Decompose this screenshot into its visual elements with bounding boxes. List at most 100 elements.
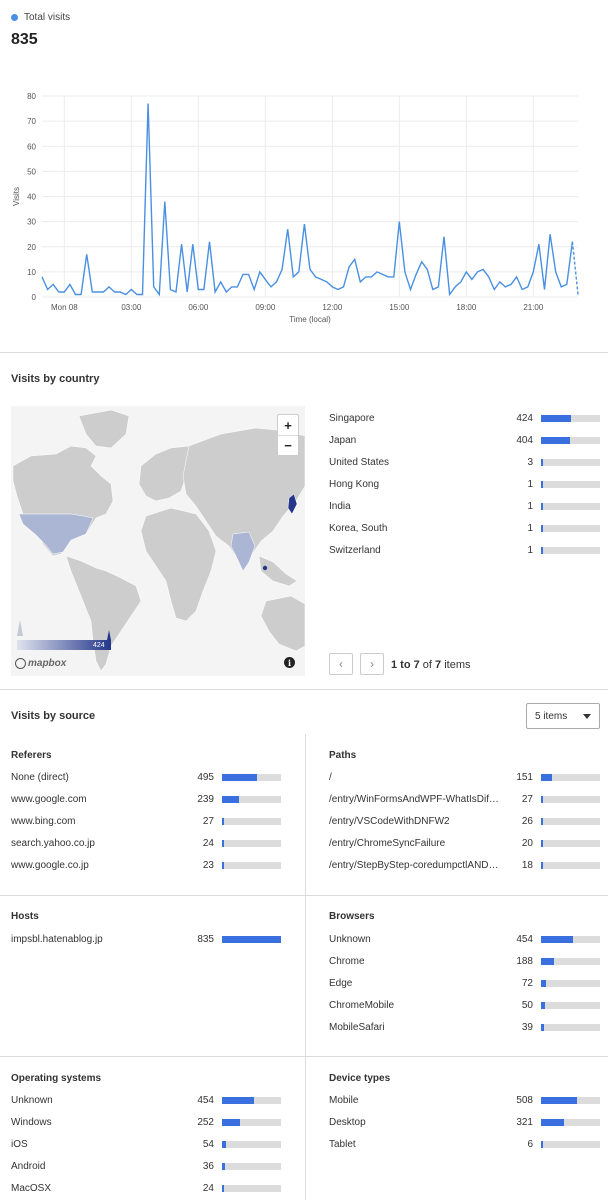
pager-next-button[interactable]: › <box>360 653 384 675</box>
browser-row[interactable]: Edge 72 <box>329 975 600 991</box>
os-label: Android <box>11 1160 46 1172</box>
x-tick-label: 09:00 <box>255 303 276 312</box>
zoom-in-button[interactable]: + <box>278 415 298 435</box>
os-label: MacOSX <box>11 1182 52 1194</box>
browser-count: 188 <box>516 955 533 967</box>
os-count: 36 <box>202 1160 214 1172</box>
y-tick-label: 50 <box>27 167 36 176</box>
path-row[interactable]: /entry/WinFormsAndWPF-WhatIsDiffe... 27 <box>329 791 600 807</box>
device-label: Desktop <box>329 1116 366 1128</box>
host-row[interactable]: impsbl.hatenablog.jp 835 <box>11 931 281 947</box>
country-label: Switzerland <box>329 544 381 556</box>
country-bar <box>541 414 600 422</box>
path-row[interactable]: /entry/StepByStep-coredumpctlANDg... 18 <box>329 857 600 873</box>
path-count: 26 <box>521 815 533 827</box>
path-label: / <box>329 771 332 783</box>
chart-legend[interactable]: Total visits <box>11 12 70 23</box>
device-bar-fill <box>541 1096 577 1104</box>
os-row[interactable]: iOS 54 <box>11 1136 281 1152</box>
referer-bar-fill <box>222 861 224 869</box>
y-tick-label: 40 <box>27 193 36 202</box>
referer-bar-fill <box>222 839 224 847</box>
country-row[interactable]: Switzerland 1 <box>329 542 600 558</box>
device-row[interactable]: Tablet 6 <box>329 1136 600 1152</box>
country-bar <box>541 546 600 554</box>
country-bar-fill <box>541 458 543 466</box>
mapbox-attribution[interactable]: mapbox <box>15 658 66 669</box>
browser-count: 50 <box>521 999 533 1011</box>
browser-bar <box>541 935 600 943</box>
host-bar <box>222 935 281 943</box>
referer-count: 239 <box>197 793 214 805</box>
pager-prev-button[interactable]: ‹ <box>329 653 353 675</box>
referer-bar <box>222 839 281 847</box>
total-visits-value: 835 <box>11 31 38 48</box>
os-row[interactable]: Android 36 <box>11 1158 281 1174</box>
os-bar <box>222 1096 281 1104</box>
country-count: 1 <box>527 478 533 490</box>
device-types-title: Device types <box>329 1073 391 1084</box>
country-row[interactable]: Hong Kong 1 <box>329 476 600 492</box>
zoom-out-button[interactable]: − <box>278 435 298 455</box>
os-row[interactable]: Unknown 454 <box>11 1092 281 1108</box>
referer-count: 495 <box>197 771 214 783</box>
browser-bar-fill <box>541 1001 545 1009</box>
country-row[interactable]: Japan 404 <box>329 432 600 448</box>
referers-title: Referers <box>11 750 52 761</box>
referer-row[interactable]: None (direct) 495 <box>11 769 281 785</box>
pager-range: 1 to 7 <box>391 659 420 671</box>
path-label: /entry/ChromeSyncFailure <box>329 837 446 849</box>
map-zoom-controls: + − <box>277 414 299 456</box>
country-count: 1 <box>527 500 533 512</box>
x-tick-label: 06:00 <box>188 303 209 312</box>
world-map[interactable]: + − 424 mapbox i <box>11 406 305 676</box>
country-label: Korea, South <box>329 522 388 534</box>
country-row[interactable]: India 1 <box>329 498 600 514</box>
path-bar-fill <box>541 773 552 781</box>
device-bar <box>541 1096 600 1104</box>
device-bar-fill <box>541 1140 543 1148</box>
browser-row[interactable]: ChromeMobile 50 <box>329 997 600 1013</box>
country-bar <box>541 436 600 444</box>
browser-row[interactable]: Chrome 188 <box>329 953 600 969</box>
path-row[interactable]: /entry/ChromeSyncFailure 20 <box>329 835 600 851</box>
os-label: iOS <box>11 1138 28 1150</box>
referer-row[interactable]: search.yahoo.co.jp 24 <box>11 835 281 851</box>
path-row[interactable]: / 151 <box>329 769 600 785</box>
device-count: 6 <box>527 1138 533 1150</box>
device-row[interactable]: Mobile 508 <box>329 1092 600 1108</box>
x-tick-label: 15:00 <box>389 303 410 312</box>
referer-count: 24 <box>202 837 214 849</box>
os-bar <box>222 1140 281 1148</box>
path-bar <box>541 773 600 781</box>
visits-line-chart[interactable]: 0 10 20 30 40 50 60 70 80 Mon 08 03:00 06:00 09:00 12… <box>0 85 608 335</box>
referer-row[interactable]: www.bing.com 27 <box>11 813 281 829</box>
browser-row[interactable]: Unknown 454 <box>329 931 600 947</box>
os-row[interactable]: MacOSX 24 <box>11 1180 281 1196</box>
path-row[interactable]: /entry/VSCodeWithDNFW2 26 <box>329 813 600 829</box>
os-row[interactable]: Windows 252 <box>11 1114 281 1130</box>
x-tick-label: Mon 08 <box>51 303 78 312</box>
map-legend-max: 424 <box>93 642 105 649</box>
path-bar-fill <box>541 795 543 803</box>
country-row[interactable]: Korea, South 1 <box>329 520 600 536</box>
device-label: Mobile <box>329 1094 359 1106</box>
pager-items-word: items <box>444 659 471 671</box>
country-bar-fill <box>541 436 570 444</box>
country-row[interactable]: United States 3 <box>329 454 600 470</box>
browser-label: Edge <box>329 977 353 989</box>
info-icon[interactable]: i <box>284 657 295 668</box>
referer-row[interactable]: www.google.com 239 <box>11 791 281 807</box>
country-bar-fill <box>541 546 543 554</box>
items-count-select[interactable]: 5 items <box>526 703 600 729</box>
x-tick-label: 03:00 <box>121 303 142 312</box>
device-row[interactable]: Desktop 321 <box>329 1114 600 1130</box>
country-count: 1 <box>527 544 533 556</box>
os-bar <box>222 1118 281 1126</box>
referer-row[interactable]: www.google.co.jp 23 <box>11 857 281 873</box>
browser-bar <box>541 979 600 987</box>
country-row[interactable]: Singapore 424 <box>329 410 600 426</box>
country-count: 404 <box>516 434 533 446</box>
browser-label: Chrome <box>329 955 365 967</box>
browser-row[interactable]: MobileSafari 39 <box>329 1019 600 1035</box>
